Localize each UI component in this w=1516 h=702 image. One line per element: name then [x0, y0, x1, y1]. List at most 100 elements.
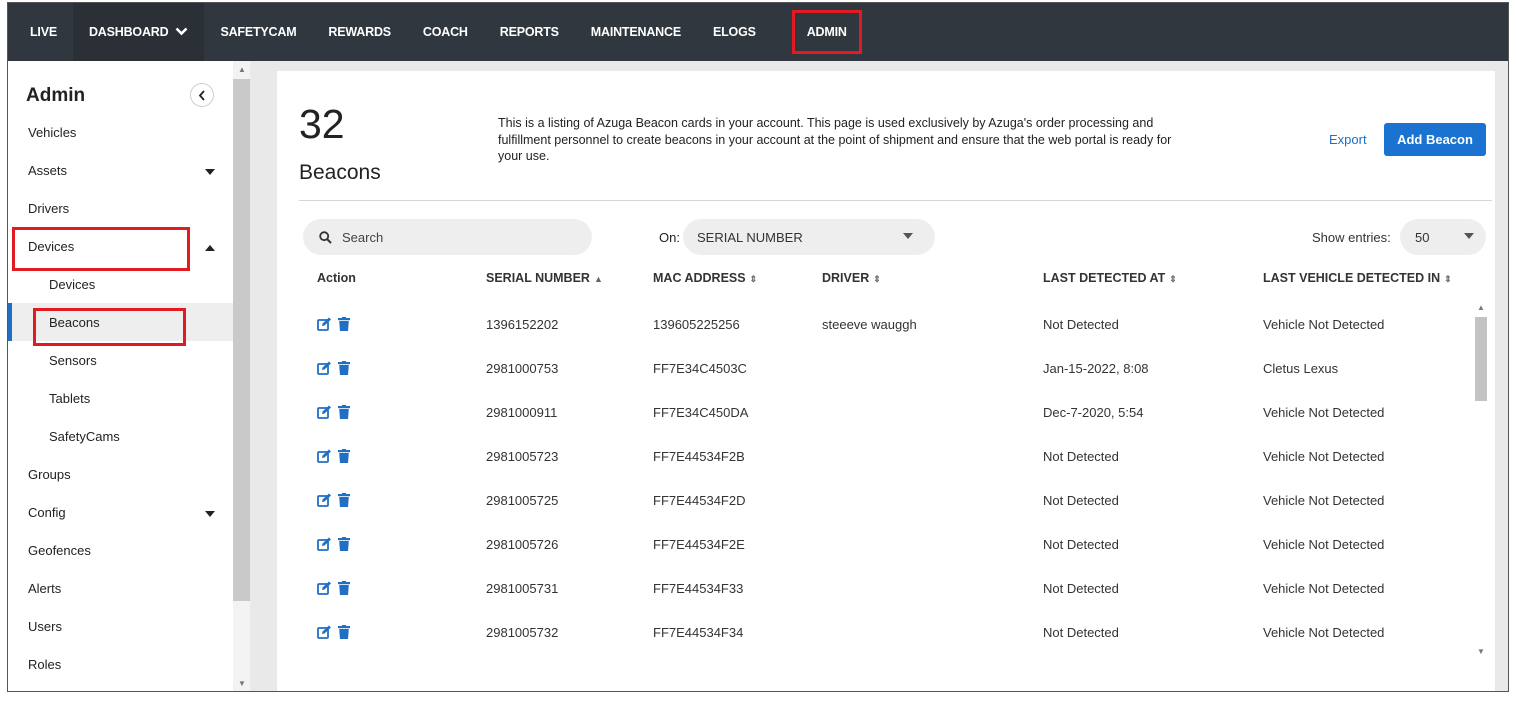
- sidebar-subitem-devices[interactable]: Devices: [8, 265, 233, 303]
- trash-icon[interactable]: [338, 537, 350, 551]
- column-header-driver[interactable]: DRIVER ⇕: [822, 271, 881, 285]
- sidebar-subitem-safetycams[interactable]: SafetyCams: [8, 417, 233, 455]
- sidebar-item-vehicles[interactable]: Vehicles: [8, 113, 233, 151]
- cell-last-detected-at: Not Detected: [1043, 581, 1119, 596]
- trash-icon[interactable]: [338, 493, 350, 507]
- search-box[interactable]: [303, 219, 592, 255]
- sidebar-item-geofences[interactable]: Geofences: [8, 531, 233, 569]
- chevron-left-icon: [198, 89, 206, 101]
- sort-icon: ⇕: [749, 274, 758, 284]
- row-actions: [317, 449, 350, 463]
- nav-dashboard[interactable]: DASHBOARD: [72, 3, 205, 61]
- table-row: 2981005723 FF7E44534F2B Not Detected Vehicl…: [277, 435, 1467, 479]
- caret-up-icon: [205, 239, 215, 254]
- nav-live[interactable]: LIVE: [8, 3, 73, 61]
- trash-icon[interactable]: [338, 625, 350, 639]
- trash-icon[interactable]: [338, 405, 350, 419]
- collapse-sidebar-button[interactable]: [190, 83, 214, 107]
- column-header-last-detected-at[interactable]: LAST DETECTED AT ⇕: [1043, 271, 1177, 285]
- edit-icon[interactable]: [317, 405, 332, 419]
- cell-mac-address: FF7E34C450DA: [653, 405, 749, 420]
- row-actions: [317, 405, 350, 419]
- table-row: 2981005731 FF7E44534F33 Not Detected Vehicl…: [277, 567, 1467, 611]
- cell-mac-address: FF7E44534F2D: [653, 493, 746, 508]
- trash-icon[interactable]: [338, 361, 350, 375]
- cell-mac-address: FF7E44534F2E: [653, 537, 745, 552]
- top-nav: LIVE DASHBOARD SAFETYCAM REWARDS COACH R…: [8, 3, 1508, 61]
- sidebar-item-groups[interactable]: Groups: [8, 455, 233, 493]
- row-actions: [317, 581, 350, 595]
- sidebar-item-devices[interactable]: Devices: [8, 227, 233, 265]
- caret-down-icon: [205, 505, 215, 520]
- cell-last-vehicle: Vehicle Not Detected: [1263, 493, 1385, 508]
- column-header-serial-number[interactable]: SERIAL NUMBER ▲: [486, 271, 603, 285]
- edit-icon[interactable]: [317, 581, 332, 595]
- nav-elogs[interactable]: ELOGS: [697, 3, 772, 61]
- edit-icon[interactable]: [317, 625, 332, 639]
- nav-reports[interactable]: REPORTS: [484, 3, 575, 61]
- edit-icon[interactable]: [317, 361, 332, 375]
- cell-serial-number: 2981005731: [486, 581, 559, 596]
- cell-last-detected-at: Not Detected: [1043, 317, 1119, 332]
- cell-last-detected-at: Not Detected: [1043, 537, 1119, 552]
- cell-last-vehicle: Cletus Lexus: [1263, 361, 1339, 376]
- nav-safetycam[interactable]: SAFETYCAM: [204, 3, 312, 61]
- nav-rewards[interactable]: REWARDS: [312, 3, 407, 61]
- sidebar-subitem-tablets[interactable]: Tablets: [8, 379, 233, 417]
- cell-driver: steeeve wauggh: [822, 317, 917, 332]
- row-actions: [317, 625, 350, 639]
- trash-icon[interactable]: [338, 317, 350, 331]
- nav-admin[interactable]: ADMIN: [791, 10, 862, 54]
- sidebar-scrollbar[interactable]: ▲ ▼: [233, 61, 250, 691]
- cell-serial-number: 2981005726: [486, 537, 559, 552]
- table-row: 2981005726 FF7E44534F2E Not Detected Vehicl…: [277, 523, 1467, 567]
- add-beacon-button[interactable]: Add Beacon: [1384, 123, 1486, 156]
- edit-icon[interactable]: [317, 449, 332, 463]
- cell-serial-number: 2981000911: [486, 405, 558, 420]
- scroll-down-arrow-icon[interactable]: ▼: [238, 679, 246, 688]
- cell-mac-address: 139605225256: [653, 317, 740, 332]
- table-row: 2981000753 FF7E34C4503C Jan-15-2022, 8:08 C…: [277, 347, 1467, 391]
- cell-serial-number: 2981005732: [486, 625, 559, 640]
- scroll-up-arrow-icon[interactable]: ▲: [238, 65, 246, 74]
- nav-maintenance[interactable]: MAINTENANCE: [575, 3, 697, 61]
- edit-icon[interactable]: [317, 493, 332, 507]
- beacon-count: 32: [299, 101, 345, 147]
- sidebar-scroll-thumb[interactable]: [233, 79, 250, 601]
- sidebar-item-config[interactable]: Config: [8, 493, 233, 531]
- cell-last-detected-at: Dec-7-2020, 5:54: [1043, 405, 1144, 420]
- search-icon: [319, 230, 332, 244]
- active-indicator: [8, 303, 12, 341]
- cell-mac-address: FF7E34C4503C: [653, 361, 747, 376]
- sidebar-item-drivers[interactable]: Drivers: [8, 189, 233, 227]
- table-row: 2981005732 FF7E44534F34 Not Detected Vehicl…: [277, 611, 1467, 655]
- trash-icon[interactable]: [338, 449, 350, 463]
- trash-icon[interactable]: [338, 581, 350, 595]
- export-link[interactable]: Export: [1329, 132, 1367, 147]
- table-row: 2981005725 FF7E44534F2D Not Detected Vehicl…: [277, 479, 1467, 523]
- search-field-select[interactable]: SERIAL NUMBER: [683, 219, 935, 255]
- sidebar-item-assets[interactable]: Assets: [8, 151, 233, 189]
- scroll-up-arrow-icon[interactable]: ▲: [1477, 303, 1485, 312]
- sidebar-subitem-sensors[interactable]: Sensors: [8, 341, 233, 379]
- edit-icon[interactable]: [317, 537, 332, 551]
- sidebar-subitem-beacons[interactable]: Beacons: [8, 303, 233, 341]
- cell-serial-number: 2981000753: [486, 361, 559, 376]
- table-scrollbar[interactable]: ▲ ▼: [1472, 299, 1488, 663]
- sort-ascending-icon: ▲: [593, 274, 603, 284]
- cell-mac-address: FF7E44534F34: [653, 625, 744, 640]
- scroll-down-arrow-icon[interactable]: ▼: [1477, 647, 1485, 656]
- sidebar-item-roles[interactable]: Roles: [8, 645, 233, 683]
- sidebar-item-users[interactable]: Users: [8, 607, 233, 645]
- show-entries-select[interactable]: 50: [1400, 219, 1486, 255]
- sidebar: Admin Vehicles Assets Drivers Devices De…: [8, 61, 233, 691]
- column-header-last-vehicle[interactable]: LAST VEHICLE DETECTED IN ⇕: [1263, 271, 1452, 285]
- main-panel: 32 Beacons This is a listing of Azuga Be…: [277, 71, 1495, 691]
- search-input[interactable]: [342, 229, 572, 245]
- table-scroll-thumb[interactable]: [1475, 317, 1487, 401]
- edit-icon[interactable]: [317, 317, 332, 331]
- sort-icon: ⇕: [1444, 274, 1452, 284]
- sidebar-item-alerts[interactable]: Alerts: [8, 569, 233, 607]
- column-header-mac-address[interactable]: MAC ADDRESS ⇕: [653, 271, 757, 285]
- nav-coach[interactable]: COACH: [407, 3, 484, 61]
